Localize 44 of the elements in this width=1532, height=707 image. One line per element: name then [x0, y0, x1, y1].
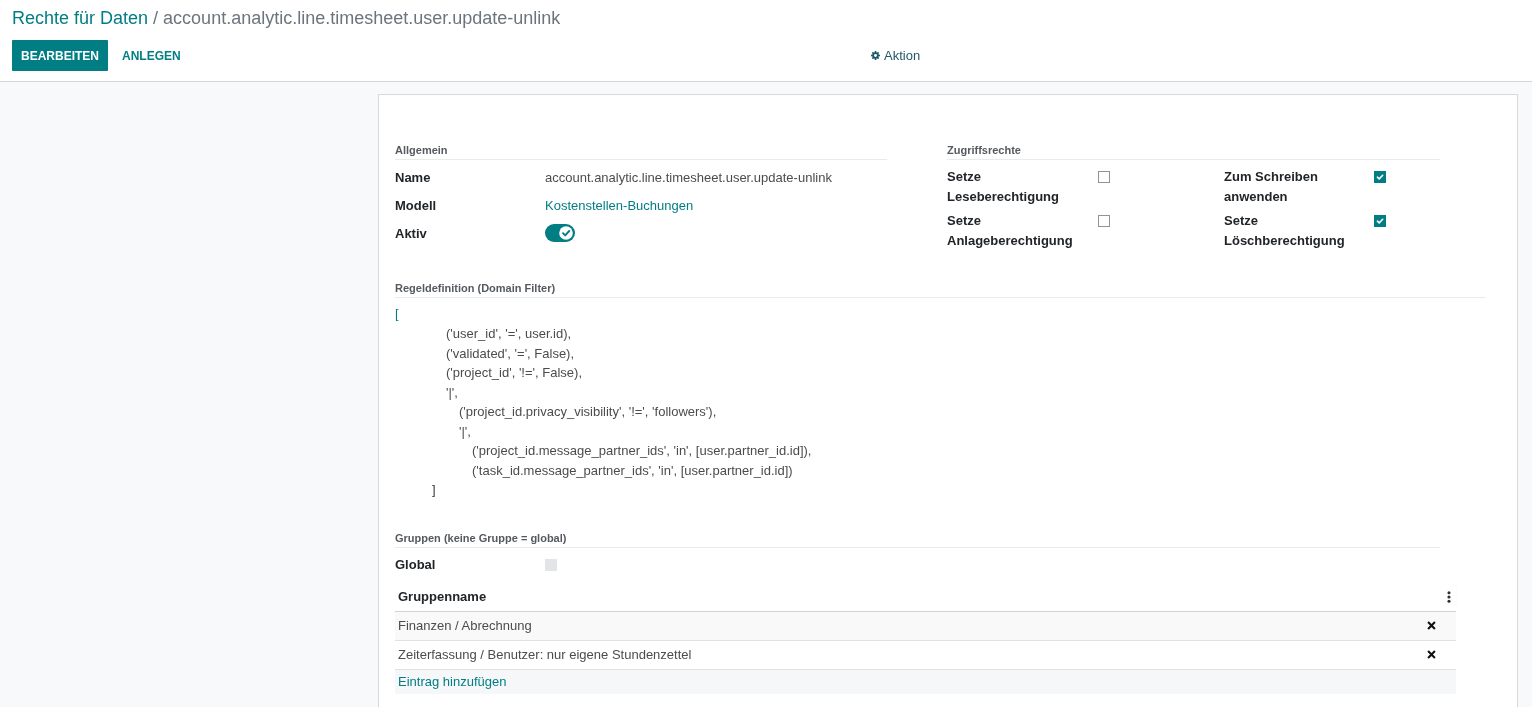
- toggle-switch[interactable]: [545, 224, 575, 242]
- section-title: Allgemein: [395, 142, 887, 160]
- field-label: Modell: [395, 197, 438, 213]
- field-label: Aktiv: [395, 225, 428, 241]
- breadcrumb-separator: /: [153, 7, 159, 29]
- field-label: Global: [395, 557, 437, 572]
- checkbox[interactable]: [1374, 171, 1386, 183]
- table-row[interactable]: Finanzen / Abrechnung: [395, 611, 1456, 641]
- cross-icon[interactable]: [1427, 621, 1436, 630]
- table-cell: Finanzen / Abrechnung: [398, 618, 532, 633]
- domain-line: ('validated', '=', False),: [446, 344, 575, 363]
- closing-bracket: ]: [432, 482, 436, 497]
- model-link[interactable]: Kostenstellen-Buchungen: [545, 197, 694, 213]
- domain-line: ('project_id.privacy_visibility', '!=', 'followers'),: [459, 403, 717, 421]
- table-cell: Zeiterfassung / Benutzer: nur eigene Stundenzettel: [398, 647, 692, 662]
- domain-line: '|',: [459, 422, 471, 441]
- checkbox[interactable]: [1098, 171, 1110, 183]
- create-button[interactable]: ANLEGEN: [113, 40, 190, 71]
- add-line-link[interactable]: Eintrag hinzufügen: [398, 674, 507, 689]
- checkbox-label: Zum Schreiben anwenden: [1224, 168, 1319, 206]
- checkbox[interactable]: [1374, 215, 1386, 227]
- field-value: account.analytic.line.timesheet.user.update-unlink: [545, 169, 832, 185]
- field-label: Name: [395, 169, 432, 185]
- checkbox[interactable]: [1098, 215, 1110, 227]
- column-header[interactable]: Gruppenname: [398, 589, 487, 604]
- cross-icon[interactable]: [1427, 650, 1436, 659]
- domain-line: '|',: [446, 383, 458, 402]
- checkbox-label: Setze Löschberechtigung: [1224, 212, 1346, 250]
- kebab-menu-icon[interactable]: [1447, 590, 1451, 603]
- domain-line: ('user_id', '=', user.id),: [446, 325, 572, 343]
- checkbox-label: Setze Leseberechtigung: [947, 168, 1060, 206]
- opening-bracket: [: [395, 305, 400, 323]
- domain-line: ('project_id.message_partner_ids', 'in', [user.partner_id.id]),: [472, 442, 812, 460]
- page-title: account.analytic.line.timesheet.user.update-unlink: [163, 7, 561, 29]
- section-title: Gruppen (keine Gruppe = global): [395, 529, 1440, 548]
- domain-line: ('task_id.message_partner_ids', 'in', [user.partner_id.id]): [472, 461, 793, 480]
- section-title: Zugriffsrechte: [947, 142, 1440, 160]
- breadcrumb-link[interactable]: Rechte für Daten: [12, 7, 149, 29]
- domain-line: ('project_id', '!=', False),: [446, 364, 582, 382]
- section-title: Regeldefinition (Domain Filter): [395, 280, 1486, 298]
- edit-button[interactable]: BEARBEITEN: [12, 40, 108, 71]
- gear-icon: [871, 51, 880, 60]
- action-menu-button[interactable]: Aktion: [871, 46, 921, 65]
- checkbox-label: Setze Anlageberechtigung: [947, 212, 1074, 250]
